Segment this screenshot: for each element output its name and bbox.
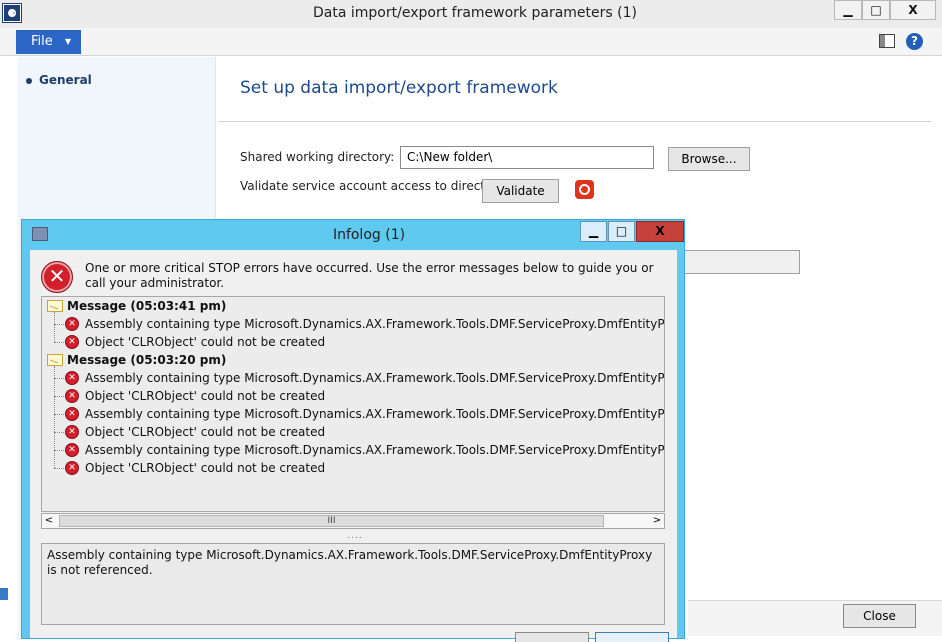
tree-connector — [54, 366, 55, 468]
error-icon: ✕ — [65, 371, 79, 385]
infolog-body: ✕ One or more critical STOP errors have … — [30, 250, 677, 642]
tree-item-label: Assembly containing type Microsoft.Dynam… — [85, 407, 665, 421]
maximize-button[interactable]: □ — [862, 0, 890, 20]
critical-error-icon: ✕ — [41, 261, 73, 293]
validate-button[interactable]: Validate — [482, 179, 559, 203]
infolog-minimize-button[interactable]: ▁ — [580, 221, 607, 242]
file-menu-button[interactable]: File ▼ — [16, 30, 81, 54]
close-button[interactable]: Close — [843, 604, 916, 628]
error-icon: ✕ — [65, 407, 79, 421]
minimize-button[interactable]: ▁ — [834, 0, 862, 20]
tree-item-label: Assembly containing type Microsoft.Dynam… — [85, 371, 665, 385]
help-icon[interactable]: ? — [906, 33, 923, 50]
error-icon: ✕ — [65, 317, 79, 331]
page-title: Set up data import/export framework — [240, 78, 558, 98]
group-header-label: Message (05:03:20 pm) — [67, 353, 227, 367]
message-tree[interactable]: Message (05:03:41 pm) ✕ Assembly contain… — [41, 296, 665, 512]
tree-item-label: Object 'CLRObject' could not be created — [85, 389, 326, 403]
infolog-maximize-button[interactable]: □ — [608, 221, 635, 242]
file-menu-label: File — [31, 34, 53, 49]
error-icon: ✕ — [65, 443, 79, 457]
shared-directory-input[interactable]: C:\New folder\ — [400, 146, 654, 169]
sidebar-item-general[interactable]: General — [26, 73, 92, 87]
error-icon: ✕ — [65, 461, 79, 475]
tree-connector — [54, 432, 64, 433]
tree-connector — [54, 396, 64, 397]
infolog-default-button[interactable] — [595, 632, 669, 642]
scroll-left-arrow[interactable]: < — [42, 514, 56, 528]
infolog-close-button[interactable]: X — [636, 221, 684, 242]
infolog-dialog: Infolog (1) ▁ □ X ✕ One or more critical… — [21, 219, 685, 642]
horizontal-scrollbar[interactable]: < III > — [41, 513, 665, 529]
infolog-button[interactable] — [515, 632, 589, 642]
bullet-icon — [26, 77, 32, 84]
window-title: Data import/export framework parameters … — [313, 5, 637, 21]
validate-access-label: Validate service account access to direc… — [240, 179, 505, 193]
tree-connector — [54, 378, 64, 379]
tree-connector — [54, 342, 64, 343]
message-envelope-icon — [47, 354, 63, 366]
tree-connector — [54, 312, 55, 342]
tree-connector — [54, 450, 64, 451]
chevron-down-icon: ▼ — [64, 37, 71, 46]
shared-directory-label: Shared working directory: — [240, 150, 395, 164]
error-icon: ✕ — [65, 425, 79, 439]
tree-item-label: Object 'CLRObject' could not be created — [85, 461, 326, 475]
stop-status-icon — [575, 180, 594, 199]
tree-item-label: Object 'CLRObject' could not be created — [85, 335, 326, 349]
message-envelope-icon — [47, 300, 63, 312]
taskbar-edge-icon — [0, 588, 8, 600]
scrollbar-thumb[interactable]: III — [59, 515, 604, 527]
scroll-right-arrow[interactable]: > — [650, 514, 664, 528]
close-window-button[interactable]: X — [890, 0, 936, 20]
layout-icon[interactable] — [879, 34, 895, 48]
tree-item-label: Object 'CLRObject' could not be created — [85, 425, 326, 439]
error-summary: One or more critical STOP errors have oc… — [85, 261, 654, 290]
tree-connector — [54, 414, 64, 415]
menu-bar — [0, 28, 942, 56]
group-header-label: Message (05:03:41 pm) — [67, 299, 227, 313]
error-icon: ✕ — [65, 389, 79, 403]
tree-item-label: Assembly containing type Microsoft.Dynam… — [85, 443, 665, 457]
splitter-grip[interactable]: .... — [340, 531, 370, 541]
tree-connector — [54, 468, 64, 469]
tree-connector — [54, 324, 64, 325]
error-icon: ✕ — [65, 335, 79, 349]
browse-button[interactable]: Browse... — [668, 147, 750, 171]
section-divider — [218, 121, 931, 122]
sidebar-item-label: General — [39, 73, 92, 87]
main-titlebar: ⚈ Data import/export framework parameter… — [0, 0, 942, 28]
tree-item-label: Assembly containing type Microsoft.Dynam… — [85, 317, 665, 331]
message-detail: Assembly containing type Microsoft.Dynam… — [41, 543, 665, 625]
background-field[interactable] — [684, 250, 800, 274]
